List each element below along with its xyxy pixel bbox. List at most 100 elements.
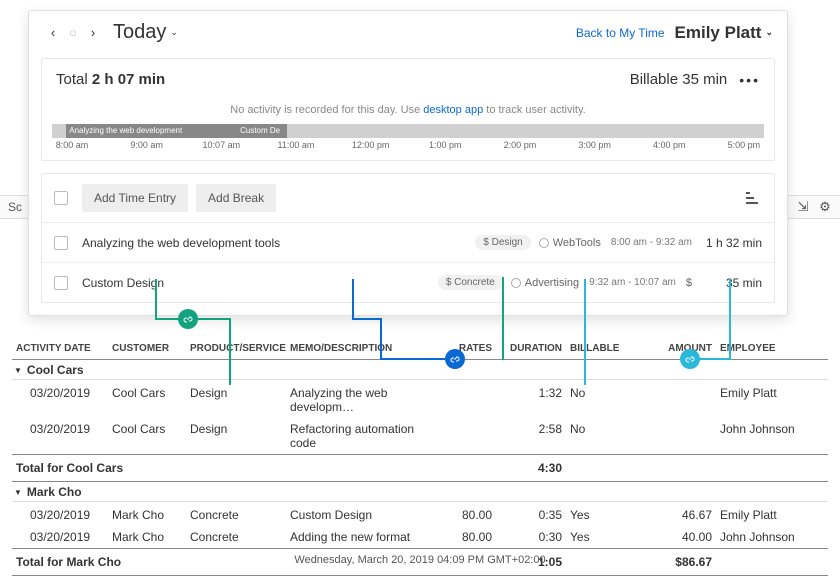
dollar-icon: $: [686, 277, 692, 289]
timeline-tick: 5:00 pm: [724, 140, 764, 150]
th-activity-date[interactable]: ACTIVITY DATE: [12, 343, 112, 354]
timeline-tick: 8:00 am: [52, 140, 92, 150]
cell-duration: 0:35: [500, 508, 570, 522]
cell-memo: Analyzing the web developm…: [290, 386, 440, 414]
page-footer-timestamp: Wednesday, March 20, 2019 04:09 PM GMT+0…: [0, 554, 840, 566]
th-duration[interactable]: DURATION: [500, 343, 570, 354]
th-rates[interactable]: RATES: [440, 343, 500, 354]
panel-header: ‹ ○ › Today ⌄ Back to My Time Emily Plat…: [29, 11, 787, 48]
timeline-segment[interactable]: Custom De: [237, 124, 287, 138]
cell-employee: John Johnson: [720, 422, 828, 450]
entry-checkbox[interactable]: [54, 236, 68, 250]
th-memo[interactable]: MEMO/DESCRIPTION: [290, 343, 440, 354]
cell-duration: 0:30: [500, 530, 570, 544]
timeline-tick: 12:00 pm: [351, 140, 391, 150]
timeline-tick: 11:00 am: [276, 140, 316, 150]
sort-icon[interactable]: [746, 191, 762, 205]
entry-tag[interactable]: $ Design: [475, 235, 530, 250]
group-name: Mark Cho: [27, 485, 82, 499]
timeline-segment[interactable]: Analyzing the web development: [66, 124, 237, 138]
cell-customer: Cool Cars: [112, 422, 190, 450]
cell-billable: No: [570, 386, 640, 414]
th-amount[interactable]: AMOUNT: [640, 343, 720, 354]
entry-duration: 35 min: [702, 276, 762, 290]
th-employee[interactable]: EMPLOYEE: [720, 343, 828, 354]
th-billable[interactable]: BILLABLE: [570, 343, 640, 354]
gear-icon[interactable]: ⚙: [818, 200, 832, 214]
th-product[interactable]: PRODUCT/SERVICE: [190, 343, 290, 354]
prev-day-button[interactable]: ‹: [43, 23, 63, 43]
entries-toolbar: Add Time Entry Add Break: [42, 174, 774, 223]
total-value: 2 h 07 min: [92, 71, 165, 88]
bg-left-label: Sc: [8, 200, 22, 214]
next-day-button[interactable]: ›: [83, 23, 103, 43]
cell-rates: 80.00: [440, 508, 500, 522]
th-customer[interactable]: CUSTOMER: [112, 343, 190, 354]
no-activity-note: No activity is recorded for this day. Us…: [42, 98, 774, 118]
cell-employee: John Johnson: [720, 530, 828, 544]
entry-time-range: 8:00 am - 9:32 am: [611, 237, 692, 248]
cell-customer: Cool Cars: [112, 386, 190, 414]
time-entry-row[interactable]: Analyzing the web development tools$ Des…: [42, 223, 774, 263]
cell-employee: Emily Platt: [720, 386, 828, 414]
summary-card: Total 2 h 07 min Billable 35 min ••• No …: [41, 58, 775, 161]
add-break-button[interactable]: Add Break: [196, 184, 276, 212]
entry-project[interactable]: Advertising: [511, 277, 579, 289]
cell-billable: No: [570, 422, 640, 450]
user-picker[interactable]: Emily Platt ⌄: [675, 23, 773, 43]
timeline: Analyzing the web development Custom De …: [52, 124, 764, 150]
cell-duration: 1:32: [500, 386, 570, 414]
user-name: Emily Platt: [675, 23, 762, 43]
table-row[interactable]: 03/20/2019Cool CarsDesignRefactoring aut…: [12, 418, 828, 454]
add-time-entry-button[interactable]: Add Time Entry: [82, 184, 188, 212]
cell-rates: 80.00: [440, 530, 500, 544]
cell-billable: Yes: [570, 508, 640, 522]
entry-project[interactable]: WebTools: [539, 237, 601, 249]
timeline-tick: 1:00 pm: [425, 140, 465, 150]
table-row[interactable]: 03/20/2019Mark ChoConcreteAdding the new…: [12, 526, 828, 548]
timeline-bar[interactable]: Analyzing the web development Custom De: [52, 124, 764, 138]
cell-date: 03/20/2019: [12, 386, 112, 414]
timeline-tick: 10:07 am: [201, 140, 241, 150]
cell-employee: Emily Platt: [720, 508, 828, 522]
table-total-row: Total for Cool Cars4:30: [12, 454, 828, 482]
timeline-tick: 2:00 pm: [500, 140, 540, 150]
disclosure-triangle-icon[interactable]: ▼: [14, 488, 22, 497]
time-entry-row[interactable]: Custom Design$ ConcreteAdvertising9:32 a…: [42, 263, 774, 302]
cell-customer: Mark Cho: [112, 530, 190, 544]
table-group-row[interactable]: ▼Cool Cars: [12, 360, 828, 379]
table-row[interactable]: 03/20/2019Mark ChoConcreteCustom Design8…: [12, 501, 828, 526]
cell-amount: 40.00: [640, 530, 720, 544]
cell-amount: 46.67: [640, 508, 720, 522]
cell-date: 03/20/2019: [12, 422, 112, 450]
globe-icon: [539, 238, 549, 248]
chevron-down-icon: ⌄: [170, 27, 178, 38]
cell-date: 03/20/2019: [12, 530, 112, 544]
connector-line: [352, 318, 382, 320]
desktop-app-link[interactable]: desktop app: [423, 104, 483, 116]
billable-value: 35 min: [682, 71, 727, 88]
more-menu-button[interactable]: •••: [739, 72, 760, 88]
total-amount: [640, 461, 720, 475]
table-row[interactable]: 03/20/2019Cool CarsDesignAnalyzing the w…: [12, 379, 828, 418]
table-group-row[interactable]: ▼ Mark Cho: [12, 482, 828, 501]
timeline-tick: 4:00 pm: [649, 140, 689, 150]
today-dot-button[interactable]: ○: [63, 23, 83, 43]
entry-tag[interactable]: $ Concrete: [438, 275, 503, 290]
disclosure-triangle-icon[interactable]: ▼: [14, 366, 22, 375]
export-icon[interactable]: ⇲: [796, 200, 810, 214]
date-picker[interactable]: Today ⌄: [113, 21, 178, 44]
cell-amount: [640, 422, 720, 450]
entries-card: Add Time Entry Add Break Analyzing the w…: [41, 173, 775, 303]
table-header-row: ACTIVITY DATE CUSTOMER PRODUCT/SERVICE M…: [12, 338, 828, 360]
select-all-checkbox[interactable]: [54, 191, 68, 205]
entry-description: Custom Design: [82, 276, 438, 290]
billable-label: Billable: [630, 71, 678, 88]
cell-product: Design: [190, 422, 290, 450]
chevron-down-icon: ⌄: [765, 27, 773, 38]
activity-table: ACTIVITY DATE CUSTOMER PRODUCT/SERVICE M…: [12, 338, 828, 576]
back-to-my-time-link[interactable]: Back to My Time: [576, 26, 665, 40]
cell-amount: [640, 386, 720, 414]
globe-icon: [511, 278, 521, 288]
entry-checkbox[interactable]: [54, 276, 68, 290]
